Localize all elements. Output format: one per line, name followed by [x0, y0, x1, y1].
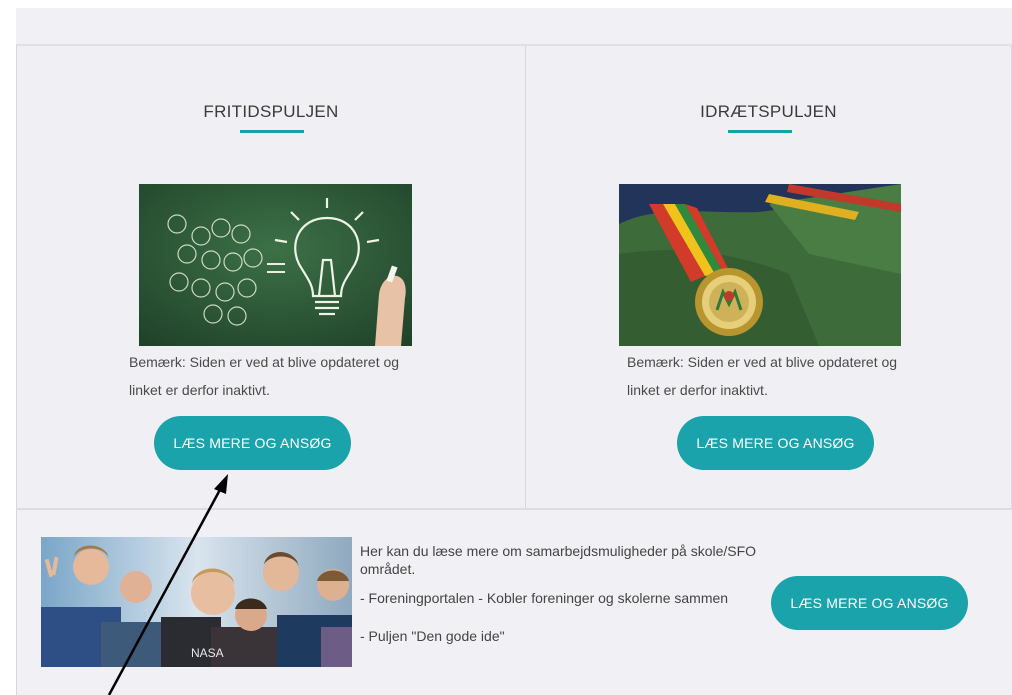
top-band	[16, 8, 1012, 46]
svg-text:NASA: NASA	[191, 646, 224, 660]
card-title: FRITIDSPULJEN	[203, 102, 339, 121]
title-underline	[728, 130, 792, 133]
card-note: Bemærk: Siden er ved at blive opdateret …	[627, 354, 898, 398]
read-more-apply-button[interactable]: LÆS MERE OG ANSØG	[677, 416, 874, 470]
read-more-apply-button[interactable]: LÆS MERE OG ANSØG	[154, 416, 351, 470]
list-item: - Foreningportalen - Kobler foreninger o…	[360, 590, 729, 606]
read-more-apply-button[interactable]: LÆS MERE OG ANSØG	[771, 576, 968, 630]
card-fritidspuljen: FRITIDSPULJEN Bemærk: Siden er ved at bl…	[16, 46, 526, 508]
lightbulb-chalkboard-image	[139, 184, 412, 346]
children-group-image: NASA	[41, 537, 352, 667]
cooperation-description: Her kan du læse mere om samarbejdsmuligh…	[360, 542, 760, 656]
title-underline	[240, 130, 304, 133]
intro-text: Her kan du læse mere om samarbejdsmuligh…	[360, 543, 757, 577]
card-idraetspuljen: IDRÆTSPULJEN Bemærk: Siden er ved at bli…	[526, 46, 1012, 508]
school-cooperation-row: NASA Her kan du læse mere om samarbejdsm…	[16, 508, 1012, 695]
list-item: - Puljen "Den gode ide"	[360, 628, 505, 644]
card-note: Bemærk: Siden er ved at blive opdateret …	[129, 354, 400, 398]
card-title: IDRÆTSPULJEN	[700, 102, 837, 121]
medals-on-velvet-image	[619, 184, 901, 346]
